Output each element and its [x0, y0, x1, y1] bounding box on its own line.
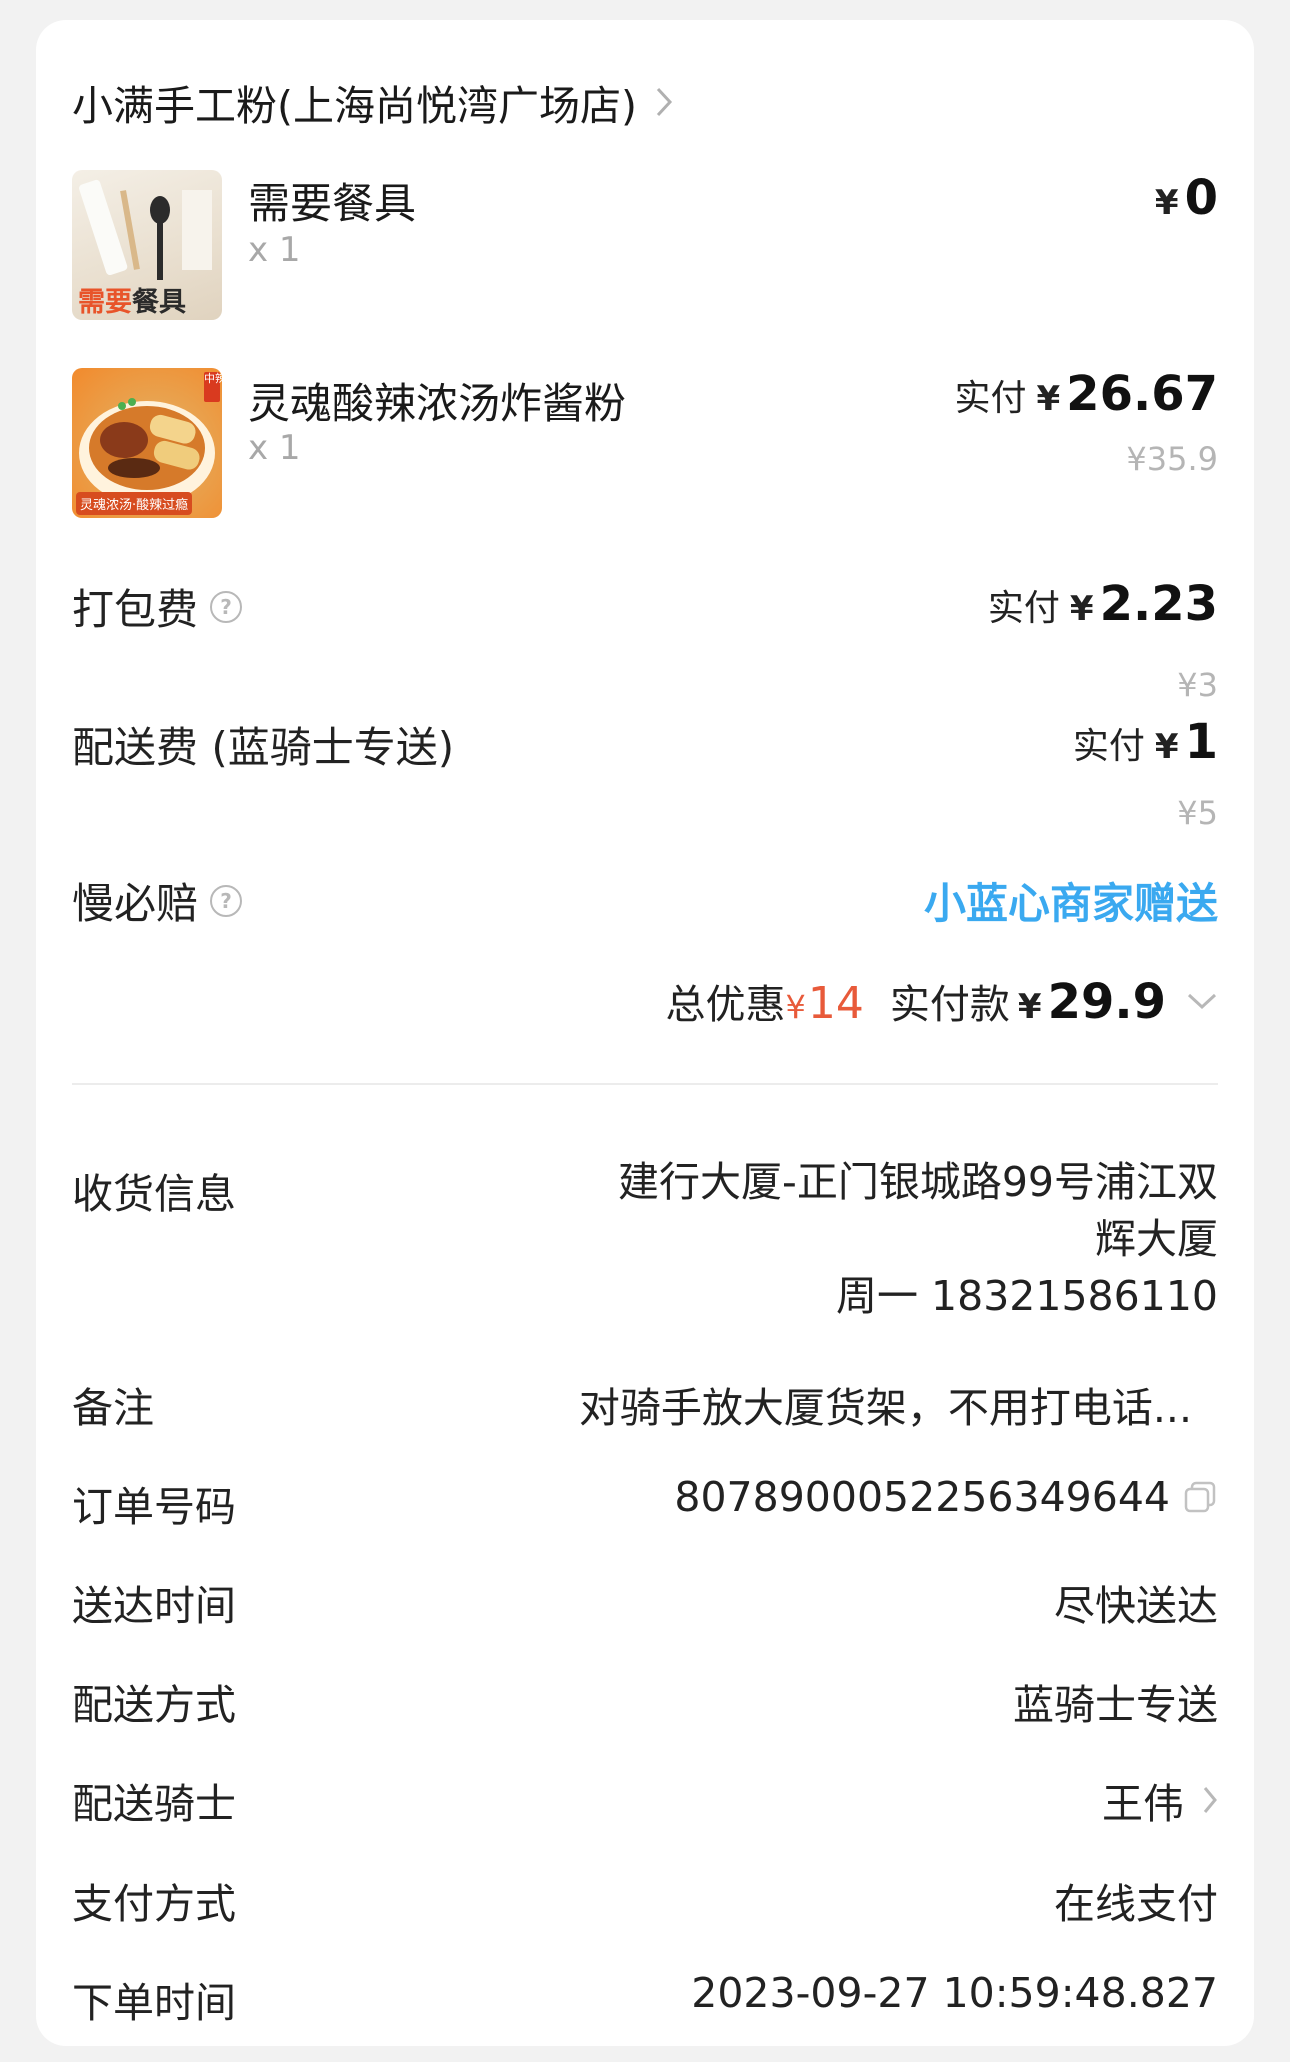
total-value: 29.9: [1047, 974, 1166, 1030]
delivery-time-value: 尽快送达: [1054, 1582, 1218, 1630]
packing-fee-label: 打包费 ?: [72, 576, 243, 637]
shop-name: 小满手工粉(上海尚悦湾广场店): [72, 82, 637, 130]
item-price: 实付 ¥26.67: [954, 366, 1218, 422]
address-line-2: 辉大厦: [1095, 1215, 1218, 1263]
order-time-value: 2023-09-27 10:59:48.827: [691, 1969, 1218, 2017]
item-thumbnail-utensils[interactable]: 需要餐具: [72, 170, 222, 320]
order-time-label: 下单时间: [72, 1979, 236, 2027]
shop-link[interactable]: 小满手工粉(上海尚悦湾广场店): [72, 72, 673, 132]
original-price: ¥5: [1177, 794, 1218, 832]
discount-label: 总优惠: [665, 982, 786, 1028]
delivery-method-value: 蓝骑士专送: [1013, 1681, 1218, 1729]
order-number-label: 订单号码: [72, 1483, 236, 1531]
price-value: 1: [1184, 714, 1218, 770]
late-guarantee-text: 慢必赔: [72, 879, 199, 928]
price-value: 2.23: [1099, 576, 1218, 632]
thumb-caption: 灵魂浓汤·酸辣过瘾: [76, 492, 193, 515]
price-value: 0: [1184, 170, 1218, 226]
paid-label: 实付: [954, 378, 1027, 419]
delivery-fee-label: 配送费 (蓝骑士专送): [72, 723, 455, 772]
total-label: 实付款: [889, 982, 1010, 1028]
help-icon[interactable]: ?: [210, 590, 243, 623]
currency-symbol: ¥: [785, 988, 806, 1026]
currency-symbol: ¥: [1036, 379, 1061, 419]
currency-symbol: ¥: [1069, 589, 1094, 629]
item-price: ¥0: [1155, 170, 1218, 226]
delivery-method-label: 配送方式: [72, 1681, 236, 1729]
spicy-badge: 中辣: [204, 372, 222, 402]
discount-amount: ¥14: [786, 978, 864, 1029]
payment-value: 在线支付: [1054, 1880, 1218, 1928]
divider: [72, 1083, 1218, 1085]
currency-symbol: ¥: [1154, 727, 1179, 767]
chevron-right-icon: [1203, 1787, 1217, 1813]
item-name: 需要餐具: [248, 179, 417, 228]
delivery-fee-price: 实付 ¥1: [1073, 714, 1218, 770]
delivery-time-label: 送达时间: [72, 1582, 236, 1630]
payment-label: 支付方式: [72, 1880, 236, 1928]
help-icon[interactable]: ?: [210, 884, 243, 917]
item-qty: x 1: [248, 230, 301, 270]
late-guarantee-label: 慢必赔 ?: [72, 870, 243, 931]
thumb-label-1: 需要: [78, 287, 132, 318]
rider-link[interactable]: 王伟: [1102, 1770, 1218, 1830]
copy-icon[interactable]: [1182, 1479, 1218, 1515]
thumb-label-2: 餐具: [132, 287, 186, 318]
item-name: 灵魂酸辣浓汤炸酱粉: [248, 379, 627, 428]
order-detail-card: 小满手工粉(上海尚悦湾广场店) 需要餐具 需要餐具 x 1 ¥0 中辣 灵魂浓汤…: [36, 20, 1254, 2046]
address-line-1: 建行大厦-正门银城路99号浦江双: [618, 1158, 1218, 1206]
paid-label: 实付: [1072, 726, 1145, 767]
discount-value: 14: [807, 978, 864, 1029]
original-price: ¥35.9: [1126, 440, 1218, 478]
note-label: 备注: [72, 1384, 154, 1432]
price-value: 26.67: [1066, 366, 1218, 422]
contact-phone: 周一 18321586110: [836, 1272, 1218, 1320]
late-guarantee-value: 小蓝心商家赠送: [923, 879, 1218, 928]
original-price: ¥3: [1177, 666, 1218, 704]
order-number-value: 8078900052256349644: [674, 1473, 1170, 1521]
rider-label: 配送骑士: [72, 1780, 236, 1828]
order-number-row: 8078900052256349644: [674, 1473, 1218, 1521]
chevron-down-icon[interactable]: [1186, 992, 1218, 1010]
note-value: 对骑手放大厦货架，不用打电话...: [578, 1384, 1192, 1432]
address-value: 建行大厦-正门银城路99号浦江双 辉大厦 周一 18321586110: [618, 1154, 1218, 1325]
price-summary[interactable]: 总优惠 ¥14 实付款 ¥ 29.9: [666, 972, 1218, 1030]
currency-symbol: ¥: [1017, 987, 1042, 1027]
item-qty: x 1: [248, 428, 301, 468]
paid-label: 实付: [987, 588, 1060, 629]
packing-fee-text: 打包费: [72, 585, 199, 634]
currency-symbol: ¥: [1154, 183, 1179, 223]
chevron-right-icon: [656, 87, 673, 117]
rider-name: 王伟: [1102, 1780, 1184, 1828]
address-label: 收货信息: [72, 1170, 236, 1218]
item-thumbnail-noodles[interactable]: 中辣 灵魂浓汤·酸辣过瘾: [72, 368, 222, 518]
packing-fee-price: 实付 ¥2.23: [988, 576, 1218, 632]
